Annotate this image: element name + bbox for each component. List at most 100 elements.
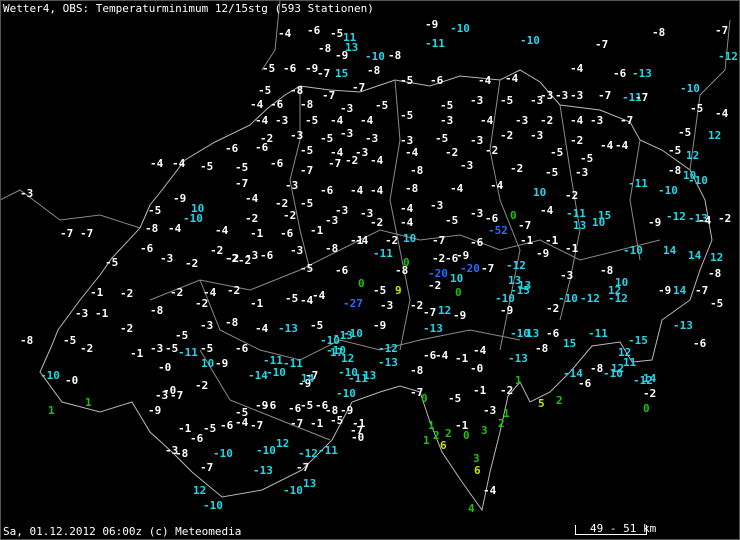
station-temperature: -5 xyxy=(310,319,324,332)
station-temperature: -5 xyxy=(200,160,214,173)
station-temperature: -4 xyxy=(350,184,364,197)
station-temperature: -4 xyxy=(698,214,712,227)
station-temperature: -1 xyxy=(310,417,324,430)
station-temperature: -10 xyxy=(558,292,578,305)
station-temperature: 3 xyxy=(481,424,488,437)
station-temperature: -7 xyxy=(695,284,709,297)
station-temperature: 0 xyxy=(358,277,365,290)
station-temperature: -11 xyxy=(588,327,608,340)
station-temperature: -2 xyxy=(275,197,289,210)
station-temperature: -3 xyxy=(290,129,304,142)
station-temperature: -0 xyxy=(158,361,172,374)
map-frame: -4 -6 -5 11 13 -8 -9 -10 -8 -9 -11 -10 -10 -7 -8 -7 -12-… xyxy=(0,0,740,540)
station-temperature: -5 xyxy=(300,144,314,157)
station-temperature: -1 xyxy=(95,307,109,320)
station-temperature: -1 xyxy=(250,297,264,310)
station-temperature: 2 xyxy=(433,429,440,442)
station-temperature: -4 xyxy=(480,114,494,127)
station-temperature: -6 xyxy=(225,142,239,155)
station-temperature: -7 xyxy=(290,417,304,430)
station-temperature: -3 xyxy=(380,299,394,312)
station-temperature: -8 xyxy=(395,264,409,277)
station-temperature: -4 xyxy=(478,74,492,87)
station-temperature: -5 xyxy=(203,422,217,435)
station-temperature: -10 xyxy=(266,366,286,379)
station-temperature: -15 xyxy=(628,334,648,347)
station-temperature: -4 xyxy=(250,98,264,111)
station-temperature: -6 xyxy=(140,242,154,255)
station-temperature: 12 xyxy=(686,149,700,162)
station-temperature: -4 xyxy=(330,114,344,127)
station-temperature: 13 xyxy=(573,219,587,232)
station-temperature: -2 xyxy=(227,284,241,297)
station-temperature: -4 xyxy=(150,157,164,170)
station-temperature: -7 xyxy=(317,67,331,80)
station-temperature: -5 xyxy=(300,399,314,412)
station-temperature: 0 xyxy=(643,402,650,415)
station-temperature: -2 xyxy=(238,254,252,267)
station-temperature: -3 xyxy=(340,102,354,115)
station-temperature: -7 xyxy=(352,81,366,94)
station-temperature: -11 xyxy=(263,354,283,367)
station-temperature: -6 xyxy=(270,98,284,111)
station-temperature: -8 xyxy=(410,164,424,177)
station-temperature: -2 xyxy=(185,257,199,270)
station-temperature: -8 xyxy=(708,267,722,280)
station-temperature: -7 xyxy=(200,461,214,474)
station-temperature: -6 xyxy=(693,337,707,350)
station-temperature: -5 xyxy=(668,144,682,157)
station-temperature: 14 xyxy=(673,284,687,297)
station-temperature: -9 xyxy=(456,249,470,262)
station-temperature: -4 xyxy=(715,107,729,120)
station-temperature: -3 xyxy=(150,342,164,355)
station-temperature: -2 xyxy=(565,189,579,202)
station-temperature: -3 xyxy=(290,244,304,257)
station-temperature: -3 xyxy=(430,199,444,212)
station-temperature: 11 xyxy=(623,356,637,369)
station-temperature: -9 xyxy=(453,309,467,322)
station-temperature: 0 xyxy=(463,429,470,442)
station-temperature: -3 xyxy=(365,132,379,145)
station-temperature: -3 xyxy=(470,207,484,220)
station-temperature: -5 xyxy=(63,334,77,347)
station-temperature: -4 xyxy=(168,222,182,235)
station-temperature: -8 xyxy=(388,49,402,62)
station-temperature: -2 xyxy=(428,279,442,292)
station-temperature: -12 xyxy=(506,259,526,272)
station-temperature: 10 xyxy=(533,186,547,199)
station-temperature: -8 xyxy=(318,42,332,55)
station-temperature: -4 xyxy=(370,154,384,167)
station-temperature: -6 xyxy=(485,212,499,225)
station-temperature: -10 xyxy=(450,22,470,35)
station-temperature: -7 xyxy=(80,227,94,240)
station-temperature: -5 xyxy=(200,342,214,355)
station-temperature: -4 xyxy=(370,184,384,197)
station-temperature: -4 xyxy=(435,349,449,362)
station-temperature: -7 xyxy=(598,89,612,102)
station-temperature: -10 xyxy=(183,212,203,225)
station-temperature: -8 xyxy=(145,222,159,235)
station-temperature: -2 xyxy=(170,286,184,299)
station-temperature: -12 xyxy=(718,50,738,63)
station-temperature: -10 xyxy=(336,387,356,400)
station-temperature: -2 xyxy=(245,212,259,225)
station-temperature: -3 xyxy=(575,166,589,179)
station-temperature: -6 xyxy=(613,67,627,80)
station-temperature: -3 xyxy=(570,89,584,102)
station-temperature: -6 xyxy=(280,227,294,240)
station-temperature: -3 xyxy=(470,94,484,107)
station-temperature: -5 xyxy=(175,329,189,342)
station-temperature: 1 xyxy=(515,374,522,387)
station-temperature: -1 xyxy=(90,286,104,299)
station-temperature: -3 xyxy=(590,114,604,127)
station-temperature: -27 xyxy=(343,297,363,310)
station-temperature: -8 xyxy=(535,342,549,355)
station-temperature: -5 xyxy=(440,99,454,112)
station-temperature: -2 xyxy=(540,114,554,127)
station-temperature: -10 xyxy=(40,369,60,382)
station-temperature: -3 xyxy=(460,159,474,172)
station-temperature: -3 xyxy=(400,134,414,147)
station-temperature: -8 xyxy=(150,304,164,317)
station-temperature: -6 xyxy=(430,74,444,87)
station-temperature: -4 xyxy=(300,294,314,307)
